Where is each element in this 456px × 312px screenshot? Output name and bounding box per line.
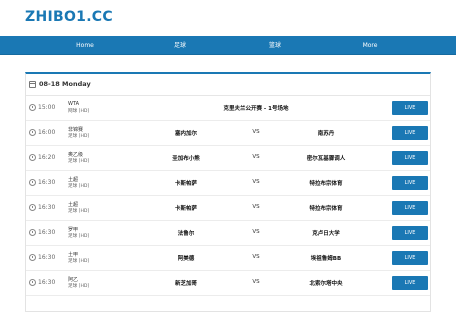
- league-name: 罗甲: [68, 227, 79, 233]
- vs-label: VS: [252, 254, 260, 260]
- live-button[interactable]: LIVE: [392, 226, 428, 240]
- match-time: 16:20: [38, 154, 56, 161]
- league-name: 土甲: [68, 252, 79, 258]
- home-team: 卡斯帕萨: [174, 181, 197, 187]
- live-button[interactable]: LIVE: [392, 151, 428, 165]
- match-row: 16:30 罗甲 足球 [HD] 法鲁尔 VS 克卢日大学 LIVE: [26, 221, 430, 246]
- home-team: 新芝加哥: [174, 281, 197, 287]
- main-nav: Home 足球 篮球 More: [0, 36, 456, 55]
- match-subtype: 足球 [HD]: [68, 259, 90, 264]
- nav-item-basketball[interactable]: 篮球: [245, 36, 305, 55]
- nav-item-more[interactable]: More: [340, 36, 400, 55]
- vs-label: VS: [252, 229, 260, 235]
- live-button[interactable]: LIVE: [392, 126, 428, 140]
- league-name: 阿乙: [68, 277, 79, 283]
- away-team: 北索尔塔中央: [309, 281, 343, 287]
- match-row: 16:00 非锦赛 足球 [HD] 塞内加尔 VS 南苏丹 LIVE: [26, 121, 430, 146]
- site-header: ZHIBO1.CC: [0, 0, 456, 36]
- match-subtype: 足球 [HD]: [68, 284, 90, 289]
- home-team: 塞内加尔: [174, 131, 197, 137]
- away-team: 克卢日大学: [312, 231, 340, 237]
- live-button[interactable]: LIVE: [392, 276, 428, 290]
- live-button[interactable]: LIVE: [392, 251, 428, 265]
- vs-label: VS: [252, 179, 260, 185]
- match-time: 16:00: [38, 129, 56, 136]
- league-name: 土超: [68, 177, 79, 183]
- home-team: 阿美德: [177, 256, 195, 262]
- calendar-icon: [29, 81, 36, 88]
- match-time: 16:30: [38, 279, 56, 286]
- clock-icon: [29, 104, 36, 111]
- match-subtype: 足球 [HD]: [68, 234, 90, 239]
- match-subtype: 足球 [HD]: [68, 209, 90, 214]
- match-subtype: 网球 [HD]: [68, 109, 90, 114]
- vs-label: VS: [252, 279, 260, 285]
- nav-item-football[interactable]: 足球: [150, 36, 210, 55]
- match-row: 16:30 土甲 足球 [HD] 阿美德 VS 埃祖鲁姆BB LIVE: [26, 246, 430, 271]
- away-team: 特拉布宗体育: [309, 206, 343, 212]
- home-team: 卡斯帕萨: [174, 206, 197, 212]
- clock-icon: [29, 229, 36, 236]
- match-subtype: 足球 [HD]: [68, 184, 90, 189]
- away-team: 埃祖鲁姆BB: [310, 256, 342, 262]
- match-row: 16:30 土超 足球 [HD] 卡斯帕萨 VS 特拉布宗体育 LIVE: [26, 171, 430, 196]
- match-subtype: 足球 [HD]: [68, 134, 90, 139]
- match-time: 16:30: [38, 179, 56, 186]
- league-name: 非锦赛: [68, 127, 84, 133]
- schedule-panel: 08-18 Monday 15:00 WTA 网球 [HD] 克里夫兰公开赛 -…: [25, 72, 431, 312]
- match-row: 15:00 WTA 网球 [HD] 克里夫兰公开赛 - 1号场地 LIVE: [26, 96, 430, 121]
- home-team: 法鲁尔: [177, 231, 195, 237]
- vs-label: VS: [252, 204, 260, 210]
- league-name: 奥乙级: [68, 152, 84, 158]
- site-logo[interactable]: ZHIBO1.CC: [25, 9, 113, 25]
- away-team: 特拉布宗体育: [309, 181, 343, 187]
- clock-icon: [29, 254, 36, 261]
- clock-icon: [29, 154, 36, 161]
- live-button[interactable]: LIVE: [392, 101, 428, 115]
- clock-icon: [29, 204, 36, 211]
- match-time: 15:00: [38, 104, 56, 111]
- date-label: 08-18 Monday: [39, 80, 91, 88]
- clock-icon: [29, 179, 36, 186]
- match-time: 16:30: [38, 254, 56, 261]
- match-row: 16:30 土超 足球 [HD] 卡斯帕萨 VS 特拉布宗体育 LIVE: [26, 196, 430, 221]
- live-button[interactable]: LIVE: [392, 201, 428, 215]
- match-subtype: 足球 [HD]: [68, 159, 90, 164]
- nav-item-home[interactable]: Home: [55, 36, 115, 55]
- match-title: 克里夫兰公开赛 - 1号场地: [223, 106, 289, 112]
- live-button[interactable]: LIVE: [392, 176, 428, 190]
- league-name: WTA: [68, 101, 80, 107]
- clock-icon: [29, 279, 36, 286]
- match-row: 16:30 阿乙 足球 [HD] 新芝加哥 VS 北索尔塔中央 LIVE: [26, 271, 430, 296]
- away-team: 密尔瓦基骤调人: [306, 156, 346, 162]
- vs-label: VS: [252, 129, 260, 135]
- clock-icon: [29, 129, 36, 136]
- match-row: 16:20 奥乙级 足球 [HD] 圣加布小熊 VS 密尔瓦基骤调人 LIVE: [26, 146, 430, 171]
- match-time: 16:30: [38, 229, 56, 236]
- home-team: 圣加布小熊: [172, 156, 200, 162]
- date-header: 08-18 Monday: [26, 74, 430, 96]
- vs-label: VS: [252, 154, 260, 160]
- league-name: 土超: [68, 202, 79, 208]
- away-team: 南苏丹: [317, 131, 335, 137]
- match-time: 16:30: [38, 204, 56, 211]
